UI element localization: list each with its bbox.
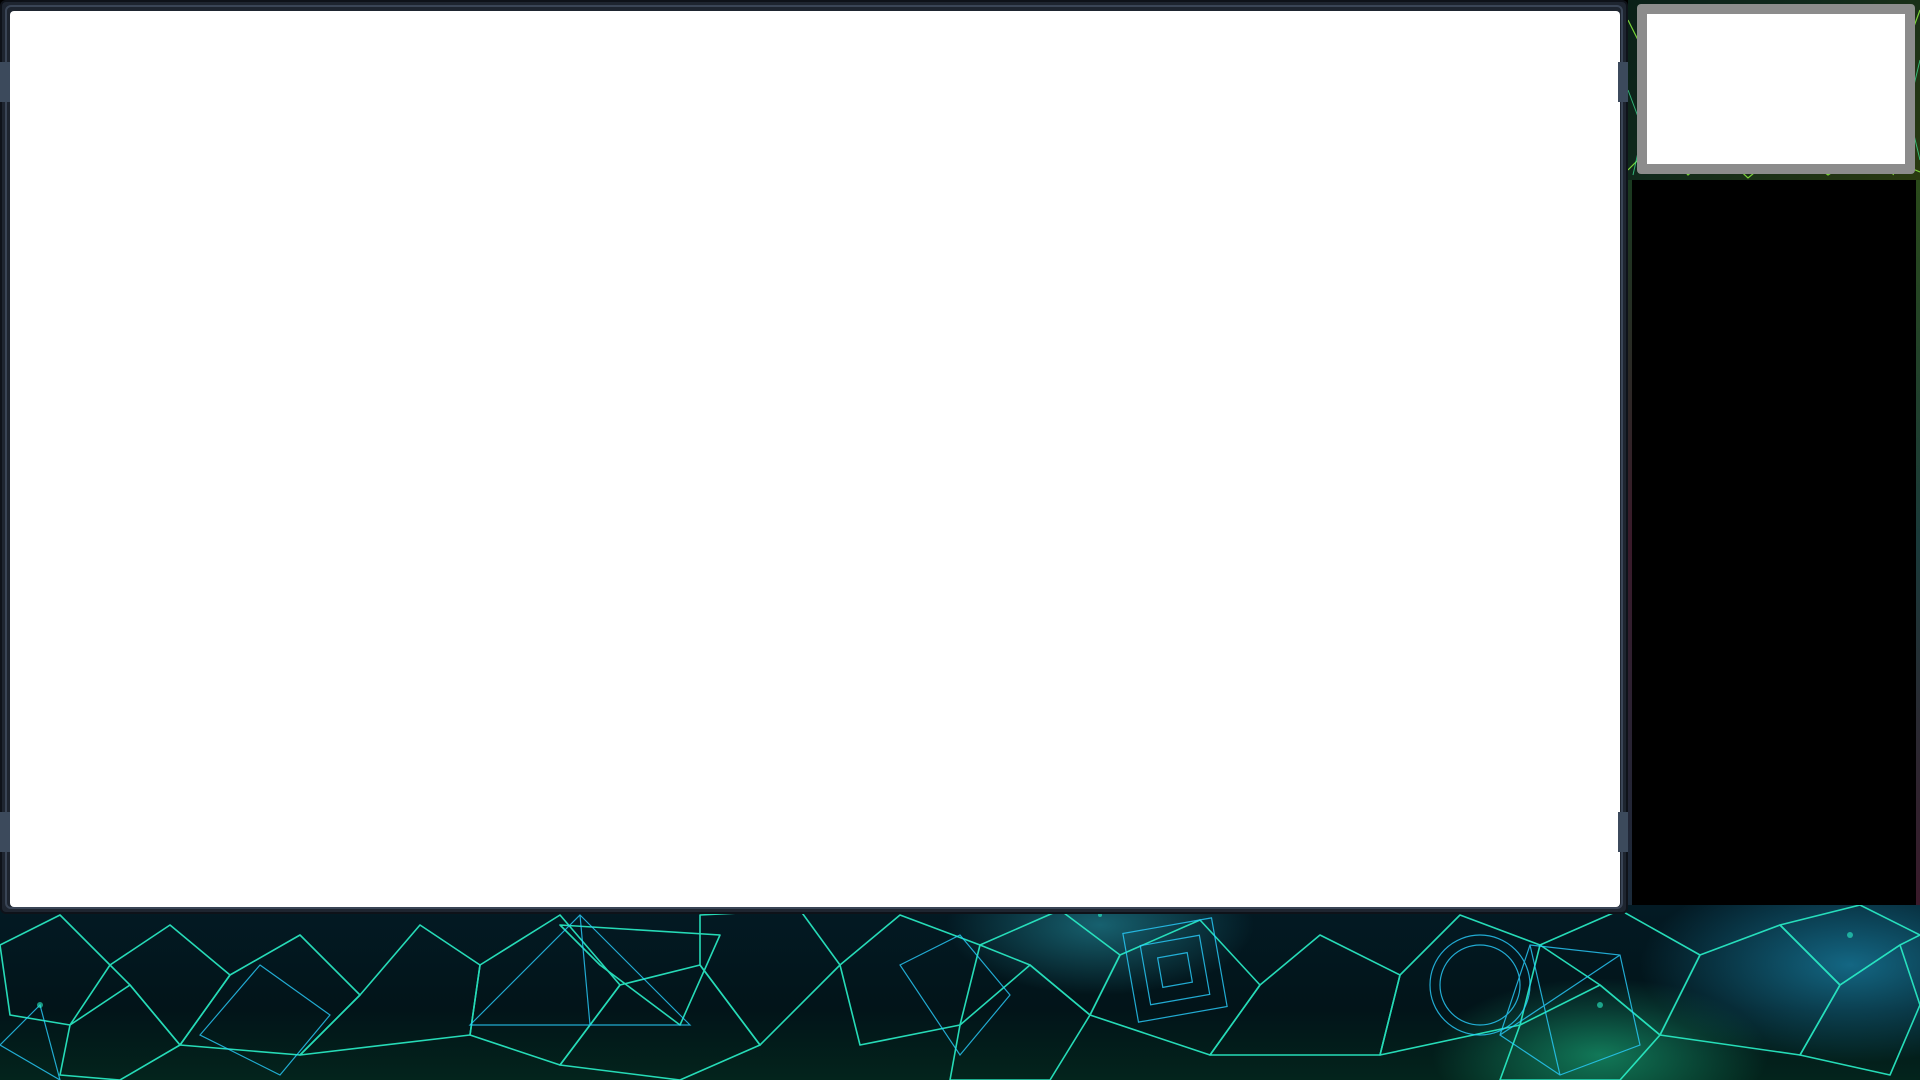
bottom-crystal-banner: [0, 905, 1920, 1080]
crystal-shard-graphic: [0, 905, 1920, 1080]
frame-corner-accent: [0, 62, 10, 102]
frame-corner-accent: [1618, 62, 1628, 102]
game-capture-frame: [0, 0, 1628, 914]
webcam-placeholder: [1647, 14, 1905, 164]
chat-right-edge: [1916, 180, 1920, 905]
game-capture-area: [10, 11, 1620, 907]
chat-panel: [1632, 180, 1916, 905]
webcam-frame: [1637, 4, 1915, 174]
frame-corner-accent: [1618, 812, 1628, 852]
frame-corner-accent: [0, 812, 10, 852]
stream-overlay: [0, 0, 1920, 1080]
